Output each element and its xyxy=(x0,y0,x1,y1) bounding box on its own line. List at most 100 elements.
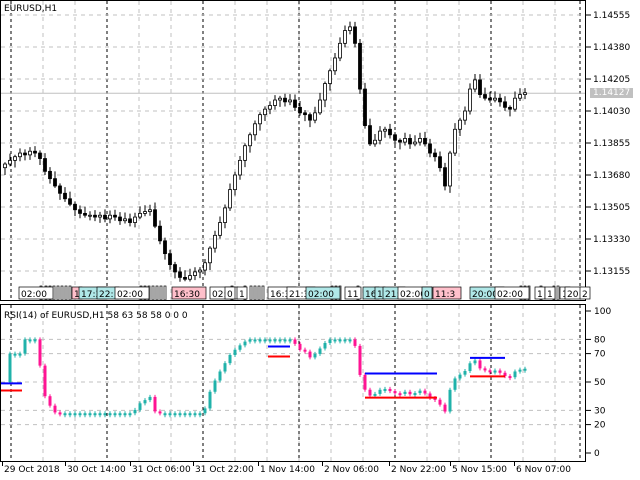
rsi-candle-up xyxy=(13,353,17,356)
rsi-candle-down xyxy=(488,370,492,373)
rsi-candle-up xyxy=(458,374,462,379)
candle-bear xyxy=(298,106,302,114)
symbol-label: EURUSD,H1 xyxy=(4,4,58,14)
candle-bull xyxy=(28,150,32,156)
price-tick-label: 1.13155 xyxy=(593,267,630,277)
rsi-candle-up xyxy=(328,339,332,343)
rsi-candle-up xyxy=(243,341,247,346)
candle-bear xyxy=(423,138,427,145)
candle-bear xyxy=(303,112,307,116)
session-tick xyxy=(253,285,257,301)
candle-bull xyxy=(348,26,352,31)
session-label: 02:00 xyxy=(308,290,334,300)
rsi-candle-down xyxy=(498,370,502,373)
candle-bull xyxy=(373,139,377,145)
rsi-candle-up xyxy=(68,413,72,416)
rsi-candle-up xyxy=(23,339,27,354)
time-axis-label: 1 Nov 14:00 xyxy=(260,465,315,475)
candle-bear xyxy=(173,264,177,273)
rsi-candle-up xyxy=(98,413,102,416)
rsi-candle-down xyxy=(303,349,307,352)
candle-bull xyxy=(448,152,452,187)
rsi-candle-up xyxy=(178,413,182,416)
rsi-candle-up xyxy=(193,413,197,416)
rsi-candle-up xyxy=(203,408,207,414)
candle-bull xyxy=(523,92,527,95)
candle-bear xyxy=(308,114,312,121)
session-label: 16:30 xyxy=(174,290,200,300)
rsi-candle-up xyxy=(208,391,212,409)
candle-bull xyxy=(188,275,192,280)
candle-bear xyxy=(103,214,107,220)
time-axis-label: 5 Nov 15:00 xyxy=(452,465,507,475)
candle-bear xyxy=(438,156,442,169)
candle-bear xyxy=(358,42,362,90)
rsi-candle-up xyxy=(288,339,292,342)
session-label: 2 xyxy=(582,290,588,300)
candle-bull xyxy=(518,94,522,99)
time-axis-label: 6 Nov 07:00 xyxy=(516,465,571,475)
rsi-candle-up xyxy=(263,339,267,342)
rsi-candle-down xyxy=(368,389,372,396)
candle-bull xyxy=(208,247,212,264)
candle-bear xyxy=(113,214,117,218)
candle-bull xyxy=(243,145,247,161)
candle-bull xyxy=(493,97,497,101)
rsi-candle-down xyxy=(388,388,392,392)
rsi-tick-label: 80 xyxy=(594,335,606,345)
candle-bear xyxy=(153,209,157,227)
rsi-candle-up xyxy=(493,370,497,373)
rsi-tick-label: 20 xyxy=(594,421,606,431)
session-label: 02:00 xyxy=(21,290,47,300)
session-tick xyxy=(249,285,253,301)
rsi-candle-down xyxy=(398,393,402,396)
candle-bear xyxy=(53,178,57,187)
rsi-candle-up xyxy=(313,353,317,358)
candle-bull xyxy=(323,83,327,101)
rsi-candle-up xyxy=(413,393,417,396)
rsi-candle-up xyxy=(18,353,22,356)
session-label: 1 xyxy=(547,290,553,300)
rsi-candle-up xyxy=(323,342,327,349)
rsi-tick-label: 0 xyxy=(594,449,600,459)
session-tick xyxy=(163,285,167,301)
chart-canvas[interactable]: 1.14555 1.14380 1.14205 1.14030 1.13855 1.136… xyxy=(0,0,640,480)
time-axis-label: 2 Nov 22:00 xyxy=(391,465,446,475)
candle-bull xyxy=(418,138,422,143)
candle-bear xyxy=(488,97,492,101)
rsi-candle-up xyxy=(218,371,222,381)
price-tick-label: 1.14030 xyxy=(593,107,630,117)
rsi-candle-up xyxy=(168,413,172,416)
rsi-candle-up xyxy=(258,339,262,342)
session-tick xyxy=(556,285,560,301)
rsi-candle-down xyxy=(483,368,487,371)
rsi-candle-down xyxy=(308,351,312,358)
price-tick-label: 1.14205 xyxy=(593,75,630,85)
session-tick xyxy=(68,285,72,301)
session-tick xyxy=(261,285,265,301)
rsi-candle-up xyxy=(188,413,192,416)
session-label: 1 xyxy=(537,290,543,300)
rsi-candle-down xyxy=(363,374,367,390)
rsi-candle-down xyxy=(298,343,302,350)
rsi-candle-up xyxy=(373,393,377,396)
rsi-candle-down xyxy=(153,396,157,412)
rsi-candle-down xyxy=(53,405,57,413)
rsi-candle-up xyxy=(143,400,147,404)
rsi-candle-up xyxy=(73,413,77,416)
price-tick-label: 1.14555 xyxy=(593,11,630,21)
candle-bull xyxy=(338,42,342,59)
rsi-candle-up xyxy=(278,339,282,342)
candle-bear xyxy=(118,216,122,222)
rsi-candle-up xyxy=(273,339,277,342)
session-tick xyxy=(257,285,261,301)
rsi-candle-up xyxy=(448,389,452,412)
candle-bull xyxy=(213,234,217,249)
candle-bull xyxy=(13,156,17,161)
rsi-candle-up xyxy=(238,345,242,350)
candle-bear xyxy=(58,185,62,194)
rsi-candle-down xyxy=(158,411,162,414)
rsi-candle-up xyxy=(173,413,177,416)
candle-bull xyxy=(88,214,92,217)
rsi-candle-down xyxy=(443,404,447,412)
